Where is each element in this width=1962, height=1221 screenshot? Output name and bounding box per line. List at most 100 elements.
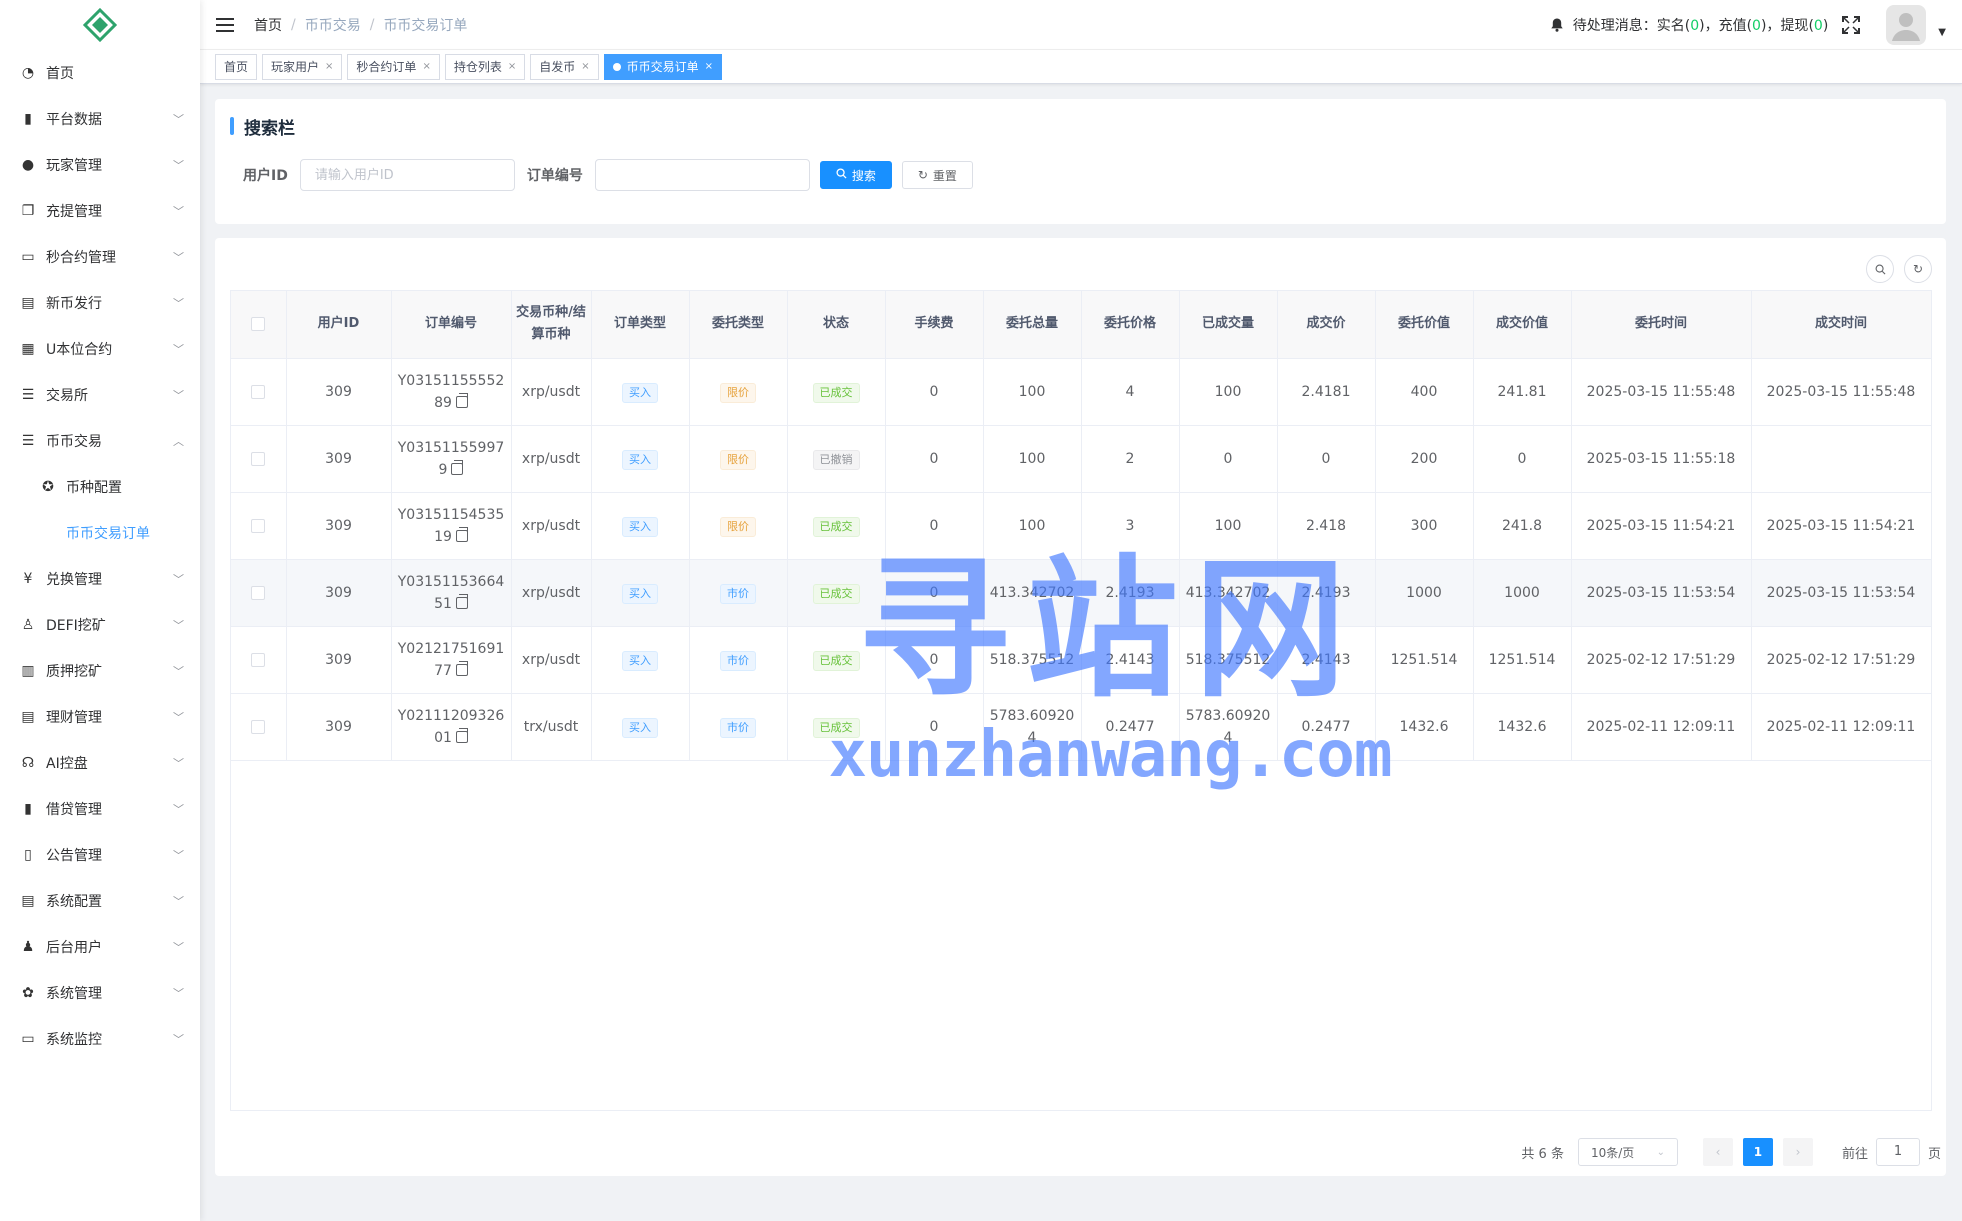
copy-icon[interactable] — [455, 727, 468, 743]
sidebar-item[interactable]: ▤ 新币发行 ﹀ — [0, 280, 200, 326]
hamburger-icon[interactable] — [216, 16, 234, 34]
close-icon[interactable]: × — [581, 55, 589, 79]
sidebar-item-label: 币币交易 — [46, 434, 102, 450]
status-badge: 已成交 — [812, 382, 860, 403]
tab-tag[interactable]: 币币交易订单 × — [603, 53, 723, 80]
cell-status: 已撤销 — [787, 425, 886, 493]
cell-entrust-value: 1432.6 — [1375, 693, 1474, 761]
sidebar-item[interactable]: 币币交易订单 — [0, 510, 200, 556]
select-all-checkbox[interactable] — [251, 316, 266, 331]
sidebar-item[interactable]: ✿ 系统管理 ﹀ — [0, 970, 200, 1016]
cell-entrust-type: 市价 — [689, 693, 788, 761]
copy-icon[interactable] — [455, 392, 468, 408]
settings-icon: ✪ — [42, 479, 54, 495]
reset-button[interactable]: ↻ 重置 — [901, 161, 973, 189]
table-row[interactable]: 309 Y0315115453519 xrp/usdt 买入 限价 已成交 0 100 3 100… — [231, 492, 1932, 560]
sidebar-item[interactable]: ☊ AI控盘 ﹀ — [0, 740, 200, 786]
sidebar-item[interactable]: ▭ 系统监控 ﹀ — [0, 1016, 200, 1062]
close-icon[interactable]: × — [422, 55, 430, 79]
page-size-select[interactable]: 10条/页 ⌄ — [1577, 1138, 1678, 1166]
table-row[interactable]: 309 Y0315115366451 xrp/usdt 买入 市价 已成交 0 413.342… — [231, 559, 1932, 627]
fullscreen-icon[interactable] — [1842, 15, 1861, 34]
row-checkbox[interactable] — [251, 652, 266, 667]
sidebar-item[interactable]: ¥ 兑换管理 ﹀ — [0, 556, 200, 602]
column-header: 手续费 — [885, 291, 984, 359]
tab-tag[interactable]: 持仓列表 × — [444, 53, 526, 80]
row-checkbox[interactable] — [251, 384, 266, 399]
close-icon[interactable]: × — [325, 55, 333, 79]
order-no-text: Y0315115555289 — [397, 372, 505, 411]
sidebar-item[interactable]: ☰ 交易所 ﹀ — [0, 372, 200, 418]
sidebar-item-label: 币种配置 — [66, 480, 122, 496]
sidebar-item[interactable]: ▮ 平台数据 ﹀ — [0, 96, 200, 142]
tab-tag[interactable]: 首页 — [215, 53, 258, 80]
next-page-button[interactable]: › — [1782, 1138, 1813, 1166]
sidebar-item[interactable]: ☰ 币币交易 ︿ — [0, 418, 200, 464]
row-checkbox[interactable] — [251, 451, 266, 466]
sidebar-item[interactable]: ♟ 后台用户 ﹀ — [0, 924, 200, 970]
table-row[interactable]: 309 Y031511559979 xrp/usdt 买入 限价 已撤销 0 100 2 0 0 20… — [231, 425, 1932, 493]
list-icon: ☰ — [21, 387, 35, 403]
sidebar-item[interactable]: ● 玩家管理 ﹀ — [0, 142, 200, 188]
close-icon[interactable]: × — [705, 55, 713, 79]
table-row[interactable]: 309 Y0211120932601 trx/usdt 买入 市价 已成交 0 5783.60… — [231, 693, 1932, 761]
caret-down-icon[interactable]: ▼ — [1938, 27, 1946, 38]
page-number[interactable]: 1 — [1742, 1138, 1773, 1166]
breadcrumb-item: 币币交易 — [304, 17, 361, 34]
user-id-input[interactable] — [299, 159, 515, 191]
active-dot-icon — [612, 62, 621, 71]
cell-pair: xrp/usdt — [511, 425, 592, 493]
cell-deal-price: 2.4193 — [1277, 559, 1376, 627]
cell-user-id: 309 — [286, 358, 392, 426]
cell-total: 100 — [983, 425, 1082, 493]
copy-icon[interactable] — [455, 526, 468, 542]
row-checkbox[interactable] — [251, 518, 266, 533]
sidebar-item[interactable]: ◔ 首页 — [0, 50, 200, 96]
copy-icon[interactable] — [451, 459, 464, 475]
cell-fee: 0 — [885, 492, 984, 560]
toggle-search-button[interactable] — [1866, 255, 1894, 283]
row-checkbox[interactable] — [251, 719, 266, 734]
cell-deal-price: 0.2477 — [1277, 693, 1376, 761]
order-type-badge: 买入 — [622, 650, 658, 671]
tab-tag[interactable]: 秒合约订单 × — [347, 53, 440, 80]
search-button[interactable]: 搜索 — [819, 161, 892, 189]
sidebar-item[interactable]: ▤ 理财管理 ﹀ — [0, 694, 200, 740]
app-logo[interactable] — [0, 0, 200, 50]
cell-filled: 100 — [1179, 358, 1278, 426]
tab-tag[interactable]: 自发币 × — [530, 53, 599, 80]
bell-icon[interactable] — [1549, 17, 1565, 33]
avatar[interactable] — [1886, 4, 1927, 45]
cell-order-no: Y0211120932601 — [391, 693, 512, 761]
goto-page-input[interactable]: 1 — [1875, 1138, 1920, 1166]
status-badge: 已成交 — [812, 650, 860, 671]
prev-page-button[interactable]: ‹ — [1702, 1138, 1733, 1166]
sidebar-item[interactable]: ▦ U本位合约 ﹀ — [0, 326, 200, 372]
column-header: 已成交量 — [1179, 291, 1278, 359]
sidebar-item-label: 系统管理 — [46, 986, 102, 1002]
copy-icon[interactable] — [455, 660, 468, 676]
pending-notice[interactable]: 待处理消息：实名(0)，充值(0)，提现(0) — [1573, 15, 1829, 35]
row-checkbox[interactable] — [251, 585, 266, 600]
sidebar-item[interactable]: ❐ 充提管理 ﹀ — [0, 188, 200, 234]
close-icon[interactable]: × — [508, 55, 516, 79]
chevron-down-icon: ﹀ — [173, 849, 184, 862]
sidebar-item-label: 币币交易订单 — [66, 526, 150, 542]
order-no-input[interactable] — [594, 159, 810, 191]
copy-icon[interactable] — [455, 593, 468, 609]
sidebar-item[interactable]: ▮ 借贷管理 ﹀ — [0, 786, 200, 832]
copy-icon: ❐ — [21, 203, 35, 219]
sidebar-item[interactable]: ▤ 系统配置 ﹀ — [0, 878, 200, 924]
sidebar-item[interactable]: ♙ DEFI挖矿 ﹀ — [0, 602, 200, 648]
breadcrumb-item[interactable]: 首页 — [254, 15, 282, 35]
reset-button-label: 重置 — [932, 168, 957, 183]
refresh-button[interactable]: ↻ — [1904, 255, 1932, 283]
tab-tag[interactable]: 玩家用户 × — [262, 53, 343, 80]
table-row[interactable]: 309 Y0315115555289 xrp/usdt 买入 限价 已成交 0 100 4 100… — [231, 358, 1932, 426]
sidebar-item[interactable]: ▥ 质押挖矿 ﹀ — [0, 648, 200, 694]
sidebar-item[interactable]: ▭ 秒合约管理 ﹀ — [0, 234, 200, 280]
tab-tag-label: 自发币 — [539, 59, 576, 74]
table-row[interactable]: 309 Y0212175169177 xrp/usdt 买入 市价 已成交 0 518.375… — [231, 626, 1932, 694]
sidebar-item[interactable]: ▯ 公告管理 ﹀ — [0, 832, 200, 878]
sidebar-item[interactable]: ✪ 币种配置 — [0, 464, 200, 510]
